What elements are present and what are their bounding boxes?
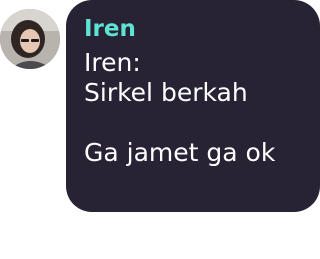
message-bubble[interactable]: Iren Iren: Sirkel berkah Ga jamet ga ok — [66, 0, 320, 212]
sender-name[interactable]: Iren — [84, 14, 302, 44]
chat-message-row: Iren Iren: Sirkel berkah Ga jamet ga ok — [0, 0, 320, 259]
avatar[interactable] — [0, 9, 60, 69]
user-photo-avatar-icon — [0, 9, 60, 69]
message-text: Iren: Sirkel berkah Ga jamet ga ok — [84, 48, 276, 167]
